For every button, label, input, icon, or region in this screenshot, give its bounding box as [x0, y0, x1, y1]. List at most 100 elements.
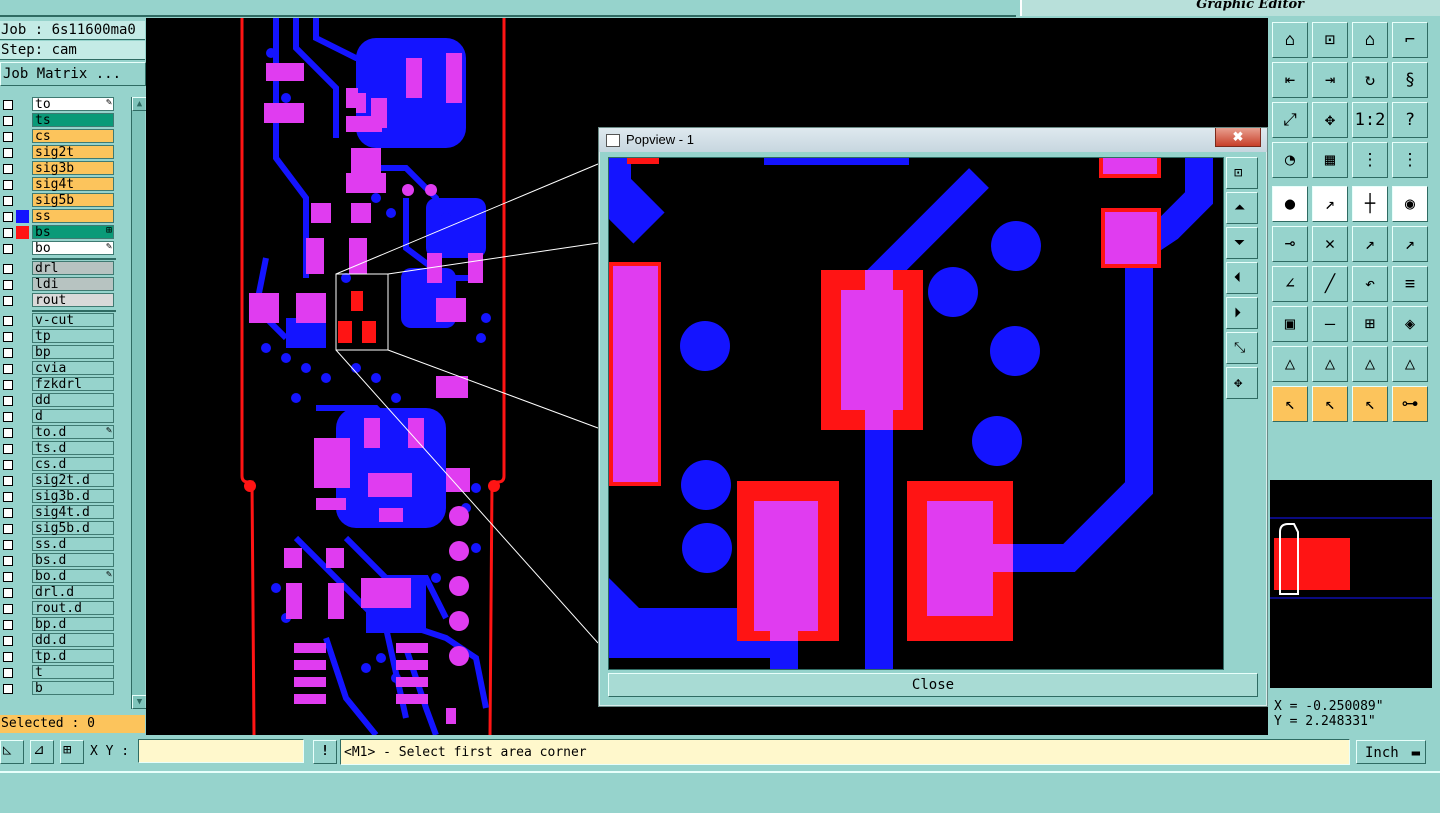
layer-name[interactable]: b	[32, 681, 114, 696]
compare-icon[interactable]: ≡	[1392, 266, 1428, 302]
layer-checkbox[interactable]	[3, 364, 13, 374]
layer-row[interactable]: sig2t	[0, 145, 116, 160]
select-area-icon[interactable]: ↖	[1312, 386, 1348, 422]
layer-name[interactable]: tp.d	[32, 649, 114, 664]
layer-row[interactable]: d	[0, 409, 116, 424]
layer-checkbox[interactable]	[3, 396, 13, 406]
layer-name[interactable]: bp.d	[32, 617, 114, 632]
layer-name[interactable]: bs	[32, 225, 114, 240]
layer-name[interactable]: to	[32, 97, 114, 112]
layer-name[interactable]: sig3b.d	[32, 489, 114, 504]
attr-icon[interactable]: ⊞	[1352, 306, 1388, 342]
layer-name[interactable]: sig2t	[32, 145, 114, 160]
layer-name[interactable]: sig3b	[32, 161, 114, 176]
zoom-all-icon[interactable]: ✥	[1312, 102, 1348, 138]
layer-row[interactable]: ss.d	[0, 537, 116, 552]
select-icon[interactable]: ↖	[1272, 386, 1308, 422]
arc2-icon[interactable]: △	[1312, 346, 1348, 382]
home-icon[interactable]: ⌂	[1352, 22, 1388, 58]
layer-row[interactable]: rout	[0, 293, 116, 308]
pan-right-icon[interactable]: ⇥	[1312, 62, 1348, 98]
layer-name[interactable]: cs	[32, 129, 114, 144]
measure-icon[interactable]: ⊿	[30, 740, 54, 764]
layer-row[interactable]: drl.d	[0, 585, 116, 600]
layer-name[interactable]: sig5b	[32, 193, 114, 208]
shape-icon[interactable]: ◈	[1392, 306, 1428, 342]
pv-pan-right-icon[interactable]: ⏵	[1226, 297, 1258, 329]
layer-name[interactable]: ts	[32, 113, 114, 128]
layer-checkbox[interactable]	[3, 332, 13, 342]
overview-map[interactable]	[1270, 480, 1432, 688]
angle-icon[interactable]: ∠	[1272, 266, 1308, 302]
layer-checkbox[interactable]	[3, 684, 13, 694]
popview-titlebar[interactable]: Popview - 1 ✖	[599, 128, 1267, 152]
help-icon[interactable]: ?	[1392, 102, 1428, 138]
arc4-icon[interactable]: △	[1392, 346, 1428, 382]
layer-checkbox[interactable]	[3, 668, 13, 678]
layer-row[interactable]: tp	[0, 329, 116, 344]
layer-row[interactable]: cs.d	[0, 457, 116, 472]
layer-name[interactable]: sig4t	[32, 177, 114, 192]
pv-zoom-home-icon[interactable]: ⊡	[1226, 157, 1258, 189]
pv-zoom-out-icon[interactable]: ⤡	[1226, 332, 1258, 364]
layer-checkbox[interactable]	[3, 228, 13, 238]
layer-name[interactable]: rout.d	[32, 601, 114, 616]
layer-name[interactable]: dd	[32, 393, 114, 408]
pv-pan-down-icon[interactable]: ⏷	[1226, 227, 1258, 259]
layer-row[interactable]: bo.d ✎	[0, 569, 116, 584]
layer-name[interactable]: v-cut	[32, 313, 114, 328]
layer-checkbox[interactable]	[3, 244, 13, 254]
layer-row[interactable]: bp.d	[0, 617, 116, 632]
layer-checkbox[interactable]	[3, 148, 13, 158]
zoom-window-icon[interactable]: ⊡	[1312, 22, 1348, 58]
layer-row[interactable]: sig3b.d	[0, 489, 116, 504]
zoom-home-icon[interactable]: ⌂	[1272, 22, 1308, 58]
measure-point-icon[interactable]: ↗	[1352, 226, 1388, 262]
layer-checkbox[interactable]	[3, 164, 13, 174]
select-poly-icon[interactable]: ↖	[1352, 386, 1388, 422]
pad-icon[interactable]: ●	[1272, 186, 1308, 222]
layer-row[interactable]: dd.d	[0, 633, 116, 648]
layer-row[interactable]: b	[0, 681, 116, 696]
layer-name[interactable]: bs.d	[32, 553, 114, 568]
layer-name[interactable]: ss	[32, 209, 114, 224]
grid-view-icon[interactable]: ▦	[1312, 142, 1348, 178]
layer-checkbox[interactable]	[3, 412, 13, 422]
layer-row[interactable]: sig4t.d	[0, 505, 116, 520]
popview-close-button[interactable]: Close	[608, 673, 1258, 697]
layer-row[interactable]: sig2t.d	[0, 473, 116, 488]
layer-name[interactable]: t	[32, 665, 114, 680]
ruler-icon[interactable]: ┼	[1352, 186, 1388, 222]
layer-row[interactable]: t	[0, 665, 116, 680]
layer-row[interactable]: sig4t	[0, 177, 116, 192]
layer-row[interactable]: bp	[0, 345, 116, 360]
layer-checkbox[interactable]	[3, 620, 13, 630]
layer-checkbox[interactable]	[3, 476, 13, 486]
layer-checkbox[interactable]	[3, 652, 13, 662]
layer-row[interactable]: ts.d	[0, 441, 116, 456]
layer-name[interactable]: ts.d	[32, 441, 114, 456]
layer-row[interactable]: to ✎	[0, 97, 116, 112]
grid-icon[interactable]: ⊞	[60, 740, 84, 764]
layer-row[interactable]: bs ⊞	[0, 225, 116, 240]
layer-row[interactable]: to.d ✎	[0, 425, 116, 440]
layer-name[interactable]: ldi	[32, 277, 114, 292]
popview-canvas[interactable]	[608, 157, 1224, 670]
layer-row[interactable]: bs.d	[0, 553, 116, 568]
select-net-icon[interactable]: ⊶	[1392, 386, 1428, 422]
layer-name[interactable]: bo	[32, 241, 114, 256]
layer-checkbox[interactable]	[3, 380, 13, 390]
scroll-up-icon[interactable]: ▲	[132, 97, 147, 111]
undo-icon[interactable]: ↶	[1352, 266, 1388, 302]
pv-zoom-in-icon[interactable]: ✥	[1226, 367, 1258, 399]
layer-row[interactable]: v-cut	[0, 313, 116, 328]
circle-pad-icon[interactable]: ◉	[1392, 186, 1428, 222]
layer-checkbox[interactable]	[3, 264, 13, 274]
layer-name[interactable]: cvia	[32, 361, 114, 376]
layer-row[interactable]: drl	[0, 261, 116, 276]
corner-icon[interactable]: ⌐	[1392, 22, 1428, 58]
net-select-icon[interactable]: ⋮	[1392, 142, 1428, 178]
layer-name[interactable]: rout	[32, 293, 114, 308]
execute-button[interactable]: !	[313, 740, 337, 764]
layer-name[interactable]: cs.d	[32, 457, 114, 472]
